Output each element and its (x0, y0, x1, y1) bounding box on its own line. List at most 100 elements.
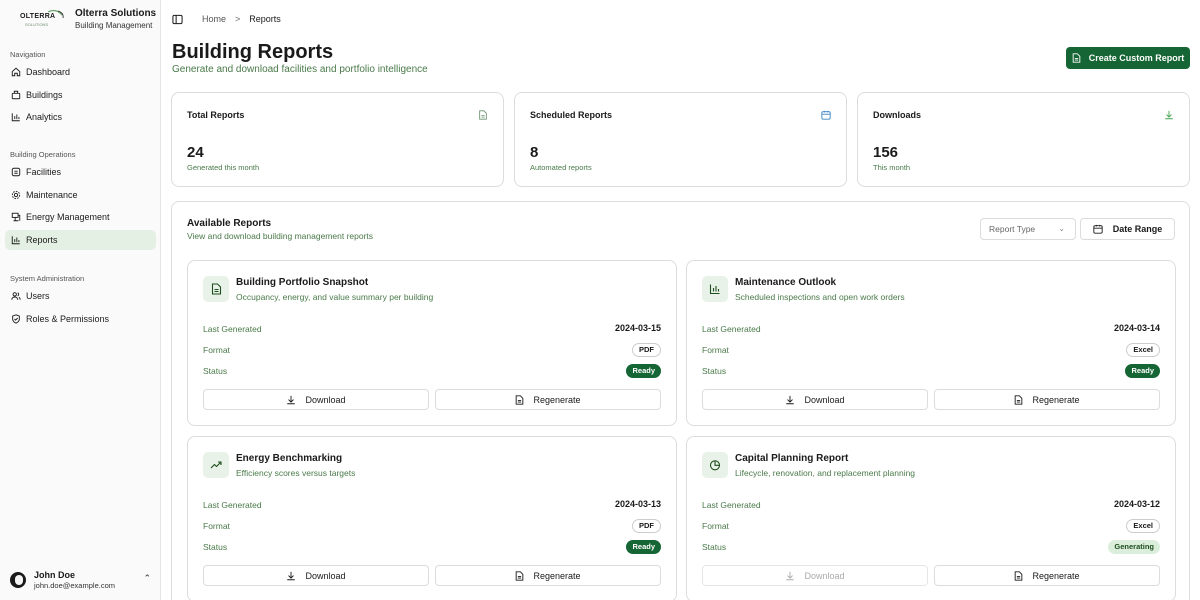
sidebar-item-maintenance[interactable]: Maintenance (5, 185, 156, 205)
sidebar-item-label: Dashboard (26, 67, 71, 77)
sidebar-item-roles-permissions[interactable]: Roles & Permissions (5, 309, 156, 329)
sidebar-item-energy-management[interactable]: Energy Management (5, 207, 156, 227)
gear-icon (10, 189, 21, 200)
nav-section-system-administration: System Administration Users Roles & Perm… (0, 272, 161, 331)
users-icon (10, 291, 21, 302)
stat-note: Generated this month (187, 163, 260, 172)
sidebar-toggle-icon[interactable] (172, 14, 183, 25)
user-menu[interactable]: John Doe john.doe@example.com ⌃ (10, 568, 155, 592)
regenerate-button[interactable]: Regenerate (435, 389, 661, 410)
download-icon (287, 395, 296, 404)
trend-up-icon (203, 452, 229, 478)
status-row: Status Generating (702, 540, 1160, 554)
breadcrumb-home[interactable]: Home (202, 14, 226, 24)
download-button[interactable]: Download (702, 389, 928, 410)
report-card-capital-planning-report: Capital Planning Report Lifecycle, renov… (686, 436, 1176, 600)
row-label: Format (203, 345, 230, 355)
bar-chart-icon (702, 276, 728, 302)
report-subtitle: Occupancy, energy, and value summary per… (236, 292, 434, 302)
report-title: Maintenance Outlook (735, 277, 837, 288)
report-type-select[interactable]: Report Type ⌄ (980, 218, 1076, 240)
status-badge: Ready (626, 364, 661, 378)
sidebar-item-label: Analytics (26, 112, 63, 123)
download-button[interactable]: Download (203, 565, 429, 586)
format-badge: Excel (1126, 343, 1160, 357)
nav-section-label: Building Operations (10, 150, 76, 159)
report-subtitle: Efficiency scores versus targets (236, 468, 356, 478)
last-generated-value: 2024-03-14 (1113, 323, 1160, 333)
format-row: Format PDF (203, 519, 661, 533)
user-name: John Doe (34, 569, 76, 580)
stat-note: This month (873, 163, 911, 172)
avatar (10, 572, 26, 588)
regenerate-button[interactable]: Regenerate (934, 565, 1160, 586)
stat-value: 24 (187, 144, 204, 161)
sidebar-item-buildings[interactable]: Buildings (5, 85, 156, 105)
row-label: Last Generated (203, 324, 262, 334)
stat-value: 156 (873, 144, 899, 161)
sidebar-item-label: Maintenance (26, 189, 78, 200)
status-row: Status Ready (203, 540, 661, 554)
panel-title: Available Reports (187, 218, 272, 229)
regenerate-button[interactable]: Regenerate (934, 389, 1160, 410)
report-title: Energy Benchmarking (236, 453, 343, 464)
button-label: Date Range (1112, 224, 1163, 234)
row-label: Status (203, 366, 228, 376)
nav-section-navigation: Navigation Dashboard Buildings Analytics (0, 48, 161, 130)
last-generated-row: Last Generated 2024-03-13 (203, 498, 661, 512)
stat-title: Total Reports (187, 110, 245, 120)
download-icon (786, 395, 795, 404)
facility-icon (10, 167, 21, 178)
format-badge: Excel (1126, 519, 1160, 533)
row-label: Format (203, 521, 230, 531)
last-generated-row: Last Generated 2024-03-15 (203, 322, 661, 336)
file-icon (516, 570, 524, 581)
sidebar-item-label: Reports (26, 235, 58, 246)
bar-chart-icon (10, 235, 21, 246)
last-generated-row: Last Generated 2024-03-14 (702, 322, 1160, 336)
sidebar: OLTERRA SOLUTIONS Olterra Solutions Buil… (0, 0, 161, 600)
nav-section-label: Navigation (10, 50, 46, 59)
sidebar-item-users[interactable]: Users (5, 286, 156, 306)
sidebar-item-facilities[interactable]: Facilities (5, 162, 156, 182)
status-badge: Generating (1108, 540, 1160, 554)
building-icon (10, 89, 21, 100)
row-label: Format (702, 345, 729, 355)
date-range-button[interactable]: Date Range (1080, 218, 1175, 240)
sidebar-item-reports[interactable]: Reports (5, 230, 156, 251)
stat-value: 8 (530, 144, 539, 161)
olterra-logo: OLTERRA SOLUTIONS (10, 9, 68, 31)
last-generated-row: Last Generated 2024-03-12 (702, 498, 1160, 512)
create-custom-report-button[interactable]: Create Custom Report (1066, 47, 1190, 69)
report-card-maintenance-outlook: Maintenance Outlook Scheduled inspection… (686, 260, 1176, 426)
energy-icon (10, 212, 21, 223)
sidebar-item-label: Energy Management (26, 212, 110, 223)
format-badge: PDF (632, 519, 661, 533)
file-icon (1015, 570, 1023, 581)
stat-card-scheduled-reports: Scheduled Reports 8 Automated reports (514, 92, 847, 187)
calendar-icon (1093, 224, 1103, 234)
brand-name: Olterra Solutions (75, 8, 157, 19)
nav-section-building-operations: Building Operations Facilities Maintenan… (0, 148, 161, 253)
sidebar-item-dashboard[interactable]: Dashboard (5, 62, 156, 82)
stat-card-downloads: Downloads 156 This month (857, 92, 1190, 187)
download-button[interactable]: Download (203, 389, 429, 410)
status-row: Status Ready (702, 364, 1160, 378)
sidebar-item-label: Users (26, 291, 50, 301)
calendar-icon (821, 110, 831, 120)
status-badge: Ready (626, 540, 661, 554)
download-icon (287, 571, 296, 580)
status-badge: Ready (1125, 364, 1160, 378)
page-subtitle: Generate and download facilities and por… (172, 64, 428, 75)
logo-text: OLTERRA (20, 13, 56, 20)
button-label: Regenerate (533, 394, 581, 405)
row-label: Status (203, 542, 228, 552)
brand[interactable]: OLTERRA SOLUTIONS Olterra Solutions Buil… (10, 7, 156, 31)
download-button[interactable]: Download (702, 565, 928, 586)
sidebar-item-analytics[interactable]: Analytics (5, 107, 156, 127)
sidebar-item-label: Roles & Permissions (26, 313, 110, 324)
sidebar-item-label: Facilities (26, 167, 62, 177)
regenerate-button[interactable]: Regenerate (435, 565, 661, 586)
page-title: Building Reports (172, 41, 334, 63)
chevron-up-icon[interactable]: ⌃ (143, 573, 151, 584)
